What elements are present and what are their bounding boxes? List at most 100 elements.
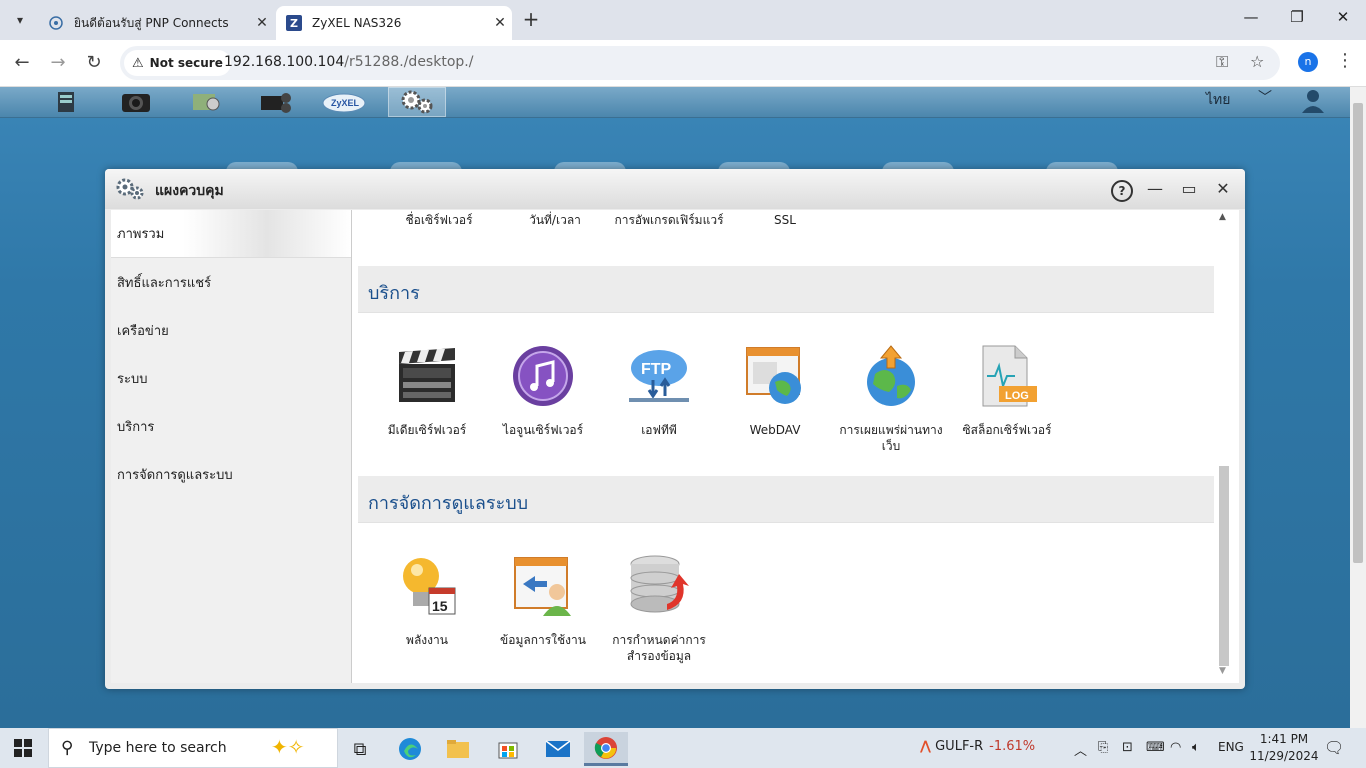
volume-icon[interactable]: 🔈︎ bbox=[1192, 740, 1200, 755]
browser-tab-pnp[interactable]: ยินดีต้อนรับสู่ PNP Connects ✕ bbox=[38, 6, 274, 40]
new-tab-button[interactable]: + bbox=[520, 8, 542, 30]
forward-button[interactable]: → bbox=[44, 50, 72, 76]
chevron-down-icon[interactable]: ﹀ bbox=[1258, 87, 1272, 107]
close-icon[interactable]: ✕ bbox=[1211, 177, 1235, 201]
back-button[interactable]: ← bbox=[8, 50, 36, 76]
file-explorer-icon[interactable] bbox=[436, 732, 480, 766]
notification-center-icon[interactable]: 🗨︎ bbox=[1324, 738, 1344, 757]
user-icon[interactable] bbox=[1298, 87, 1328, 115]
stock-ticker[interactable]: ⋀ GULF-R -1.61% bbox=[920, 739, 1035, 754]
ime-icon[interactable]: ⌨ bbox=[1146, 740, 1165, 755]
windows-start-icon[interactable] bbox=[14, 739, 32, 757]
video-app-icon[interactable] bbox=[252, 87, 300, 115]
clock-date: 11/29/2024 bbox=[1249, 749, 1319, 763]
url-path: /r51288./desktop./ bbox=[344, 54, 474, 70]
minimize-window-button[interactable]: — bbox=[1228, 8, 1274, 32]
taskbar-search-box[interactable]: ⚲ Type here to search ✦✧ bbox=[48, 728, 338, 768]
page-scroll-thumb[interactable] bbox=[1353, 103, 1363, 563]
file-browser-app-icon[interactable] bbox=[42, 87, 90, 115]
security-label: Not secure bbox=[149, 56, 223, 70]
restore-window-button[interactable]: ❐ bbox=[1274, 8, 1320, 32]
window-title: แผงควบคุม bbox=[155, 183, 224, 199]
server-name-item[interactable]: ชื่อเซิร์ฟเวอร์ bbox=[384, 212, 494, 228]
sidebar-item-system[interactable]: ระบบ bbox=[111, 354, 351, 402]
reload-button[interactable]: ↻ bbox=[80, 50, 108, 76]
sidebar-item-network[interactable]: เครือข่าย bbox=[111, 306, 351, 354]
clock-time: 1:41 PM bbox=[1259, 732, 1309, 746]
url-host: 192.168.100.104 bbox=[224, 54, 345, 70]
zyxel-cloud-app-icon[interactable]: ZyXEL bbox=[320, 87, 368, 115]
browser-tab-zyxel[interactable]: Z ZyXEL NAS326 ✕ bbox=[276, 6, 512, 40]
task-view-icon[interactable]: ⧉ bbox=[338, 732, 382, 766]
webdav-item[interactable]: WebDAV bbox=[720, 344, 830, 438]
content-scrollbar[interactable]: ▲ ▼ bbox=[1214, 210, 1234, 683]
itunes-server-item[interactable]: ไอจูนเซิร์ฟเวอร์ bbox=[488, 344, 598, 438]
address-bar[interactable]: ⚠ Not secure 192.168.100.104/r51288./des… bbox=[120, 46, 1280, 80]
bookmark-star-icon[interactable]: ☆ bbox=[1250, 52, 1264, 71]
usage-info-item[interactable]: ข้อมูลการใช้งาน bbox=[488, 554, 598, 648]
sidebar-item-label: บริการ bbox=[117, 419, 155, 435]
sidebar-item-overview[interactable]: ภาพรวม bbox=[111, 210, 351, 258]
security-chip[interactable]: ⚠ Not secure bbox=[124, 50, 231, 76]
sidebar-item-label: ระบบ bbox=[117, 371, 148, 387]
show-hidden-icons-icon[interactable]: ︿ bbox=[1074, 740, 1087, 759]
backup-config-item[interactable]: การกำหนดค่าการสำรองข้อมูล bbox=[604, 554, 714, 664]
svg-text:15: 15 bbox=[432, 598, 448, 614]
gears-icon bbox=[115, 177, 145, 201]
page-scrollbar[interactable] bbox=[1350, 87, 1366, 728]
window-titlebar[interactable]: แผงควบคุม ? — ▭ ✕ bbox=[105, 169, 1245, 209]
meet-now-icon[interactable]: ⎘ bbox=[1098, 740, 1108, 755]
wifi-icon[interactable]: ◠ bbox=[1170, 740, 1181, 755]
scroll-up-icon[interactable]: ▲ bbox=[1219, 212, 1226, 222]
sidebar-item-privilege[interactable]: สิทธิ์และการแชร์ bbox=[111, 258, 351, 306]
nas-desktop: ZyXEL ไทย ﹀ แผงควบคุม ? — ▭ ✕ ภาพรวม สิท… bbox=[0, 87, 1350, 728]
date-time-item[interactable]: วันที่/เวลา bbox=[500, 212, 610, 228]
item-label: พลังงาน bbox=[406, 633, 448, 647]
ftp-cloud-icon: FTP bbox=[627, 344, 691, 408]
item-label: การกำหนดค่าการสำรองข้อมูล bbox=[612, 633, 706, 663]
syslog-server-item[interactable]: LOG ซิสล็อกเซิร์ฟเวอร์ bbox=[952, 344, 1062, 438]
url-text[interactable]: 192.168.100.104/r51288./desktop./ bbox=[224, 54, 473, 70]
minimize-icon[interactable]: — bbox=[1143, 177, 1167, 201]
backup-database-icon bbox=[627, 554, 691, 618]
control-panel-app-icon[interactable] bbox=[388, 87, 446, 117]
media-server-item[interactable]: มีเดียเซิร์ฟเวอร์ bbox=[372, 344, 482, 438]
ssl-item[interactable]: SSL bbox=[730, 212, 840, 228]
ftp-item[interactable]: FTP เอฟทีพี bbox=[604, 344, 714, 438]
search-placeholder: Type here to search bbox=[89, 740, 227, 756]
taskbar-clock[interactable]: 1:41 PM 11/29/2024 bbox=[1248, 731, 1320, 765]
firmware-upgrade-item[interactable]: การอัพเกรดเฟิร์มแวร์ bbox=[614, 212, 724, 228]
close-window-button[interactable]: ✕ bbox=[1320, 8, 1366, 32]
scroll-thumb[interactable] bbox=[1219, 466, 1229, 666]
web-publishing-item[interactable]: การเผยแพร่ผ่านทางเว็บ bbox=[836, 344, 946, 454]
microsoft-store-icon[interactable] bbox=[486, 732, 530, 766]
svg-text:ZyXEL: ZyXEL bbox=[331, 98, 360, 108]
maximize-icon[interactable]: ▭ bbox=[1177, 177, 1201, 201]
sidebar-item-label: เครือข่าย bbox=[117, 323, 169, 339]
sidebar-item-label: ภาพรวม bbox=[117, 227, 165, 242]
help-icon[interactable]: ? bbox=[1111, 180, 1133, 202]
power-item[interactable]: 15 พลังงาน bbox=[372, 554, 482, 648]
mail-icon[interactable] bbox=[536, 732, 580, 766]
close-tab-icon[interactable]: ✕ bbox=[250, 15, 274, 31]
chrome-taskbar-icon[interactable] bbox=[584, 732, 628, 766]
scroll-down-icon[interactable]: ▼ bbox=[1219, 666, 1226, 676]
notification-app-icon[interactable]: ⊡ bbox=[1122, 740, 1133, 755]
profile-avatar[interactable]: n bbox=[1298, 52, 1318, 72]
language-select[interactable]: ไทย bbox=[1206, 89, 1230, 111]
photo-camera-app-icon[interactable] bbox=[112, 87, 160, 115]
close-tab-icon[interactable]: ✕ bbox=[488, 15, 512, 31]
sparkle-icon: ✦✧ bbox=[271, 735, 305, 759]
power-bulb-calendar-icon: 15 bbox=[395, 554, 459, 618]
sidebar-item-maintenance[interactable]: การจัดการดูแลระบบ bbox=[111, 450, 351, 498]
edge-browser-icon[interactable] bbox=[388, 732, 432, 766]
browser-menu-icon[interactable]: ⋮ bbox=[1336, 50, 1354, 71]
item-label: เอฟทีพี bbox=[641, 423, 677, 437]
webdav-globe-icon bbox=[743, 344, 807, 408]
item-label: ซิสล็อกเซิร์ฟเวอร์ bbox=[962, 423, 1052, 437]
password-key-icon[interactable]: ⚿ bbox=[1216, 52, 1228, 72]
input-language[interactable]: ENG bbox=[1218, 740, 1244, 754]
music-app-icon[interactable] bbox=[182, 87, 230, 115]
tab-search-button[interactable]: ▾ bbox=[6, 6, 34, 34]
sidebar-item-services[interactable]: บริการ bbox=[111, 402, 351, 450]
